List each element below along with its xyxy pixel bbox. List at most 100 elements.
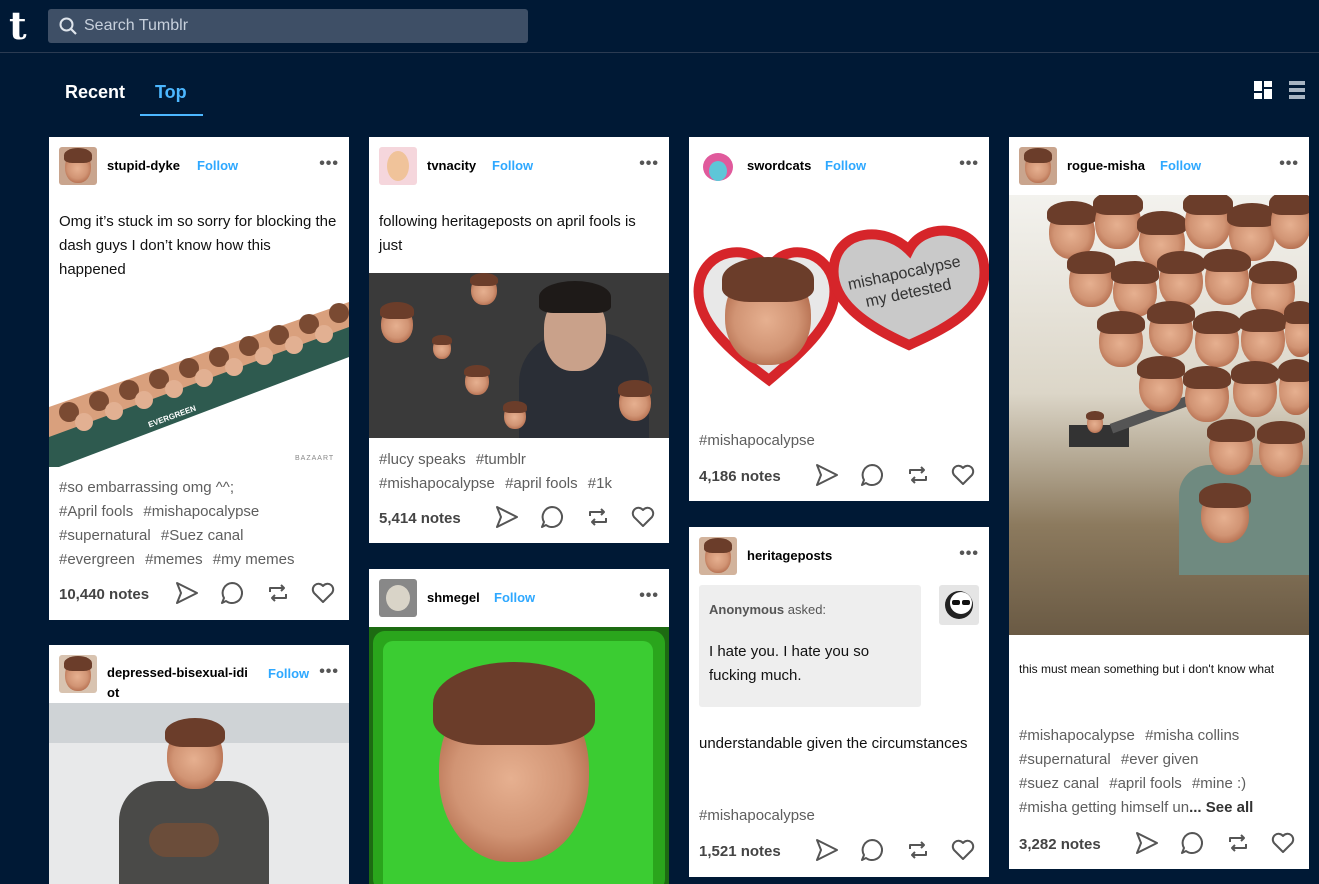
tag[interactable]: #april fools	[1109, 775, 1182, 792]
more-options-icon[interactable]: •••	[319, 155, 339, 173]
tag[interactable]: #supernatural	[1019, 751, 1111, 768]
avatar[interactable]	[1019, 147, 1057, 185]
post-tags: #mishapocalypse	[699, 429, 981, 453]
more-options-icon[interactable]: •••	[1279, 155, 1299, 173]
more-options-icon[interactable]: •••	[639, 155, 659, 173]
reply-icon[interactable]	[859, 837, 888, 866]
tag[interactable]: #Suez canal	[161, 527, 244, 544]
reblog-icon[interactable]	[905, 837, 934, 866]
tag[interactable]: #April fools	[59, 503, 133, 520]
tab-top[interactable]: Top	[140, 70, 203, 116]
more-options-icon[interactable]: •••	[319, 663, 339, 681]
follow-button[interactable]: Follow	[268, 666, 309, 681]
dashboard-list-icon[interactable]	[1288, 80, 1306, 105]
search-bar[interactable]	[48, 9, 528, 43]
post-username[interactable]: shmegel	[427, 590, 480, 605]
tag[interactable]: #misha collins	[1145, 727, 1239, 744]
notes-count[interactable]: 3,282 notes	[1019, 836, 1101, 853]
share-icon[interactable]	[494, 504, 523, 533]
post-header: stupid-dyke Follow •••	[49, 137, 349, 195]
ask-bubble: Anonymous asked: I hate you. I hate you …	[699, 585, 921, 707]
like-icon[interactable]	[950, 837, 979, 866]
tag[interactable]: #lucy speaks	[379, 451, 466, 468]
like-icon[interactable]	[310, 580, 339, 609]
like-icon[interactable]	[950, 462, 979, 491]
tag[interactable]: #april fools	[505, 475, 578, 492]
tag[interactable]: #mishapocalypse	[143, 503, 259, 520]
like-icon[interactable]	[1270, 830, 1299, 859]
post-username[interactable]: swordcats	[747, 158, 811, 173]
tag[interactable]: #tumblr	[476, 451, 526, 468]
more-options-icon[interactable]: •••	[959, 545, 979, 563]
tag[interactable]: #mishapocalypse	[699, 432, 815, 449]
share-icon[interactable]	[814, 837, 843, 866]
tag[interactable]: #ever given	[1121, 751, 1199, 768]
post-card: swordcats Follow ••• mishapocalypse my d…	[689, 137, 989, 501]
reply-icon[interactable]	[859, 462, 888, 491]
follow-button[interactable]: Follow	[1160, 158, 1201, 173]
tag[interactable]: #mishapocalypse	[379, 475, 495, 492]
follow-button[interactable]: Follow	[197, 158, 238, 173]
post-username[interactable]: heritageposts	[747, 548, 832, 563]
reblog-icon[interactable]	[1225, 830, 1254, 859]
post-username[interactable]: depressed-bisexual-idi ot	[107, 663, 257, 703]
avatar[interactable]	[59, 147, 97, 185]
asker-name[interactable]: Anonymous	[709, 602, 784, 617]
share-icon[interactable]	[174, 580, 203, 609]
avatar[interactable]	[379, 579, 417, 617]
follow-button[interactable]: Follow	[494, 590, 535, 605]
tag[interactable]: #memes	[145, 551, 203, 568]
follow-button[interactable]: Follow	[492, 158, 533, 173]
post-username[interactable]: tvnacity	[427, 158, 476, 173]
notes-count[interactable]: 5,414 notes	[379, 510, 461, 527]
avatar[interactable]	[699, 147, 737, 185]
post-username[interactable]: rogue-misha	[1067, 158, 1145, 173]
post-card: tvnacity Follow ••• following heritagepo…	[369, 137, 669, 543]
more-options-icon[interactable]: •••	[639, 587, 659, 605]
tag[interactable]: #supernatural	[59, 527, 151, 544]
tag[interactable]: #my memes	[213, 551, 295, 568]
avatar[interactable]	[699, 537, 737, 575]
post-card: shmegel Follow •••	[369, 569, 669, 884]
reblog-icon[interactable]	[265, 580, 294, 609]
tag[interactable]: #mishapocalypse	[699, 807, 815, 824]
notes-count[interactable]: 10,440 notes	[59, 586, 149, 603]
tag[interactable]: #so embarrassing omg ^^;	[59, 479, 234, 496]
avatar[interactable]	[59, 655, 97, 693]
more-options-icon[interactable]: •••	[959, 155, 979, 173]
tag[interactable]: #1k	[588, 475, 612, 492]
post-image[interactable]	[1009, 195, 1309, 635]
post-username[interactable]: stupid-dyke	[107, 158, 180, 173]
post-card: rogue-misha Follow ••• this must mean so…	[1009, 137, 1309, 869]
tag[interactable]: #misha getting himself un	[1019, 799, 1189, 816]
notes-count[interactable]: 1,521 notes	[699, 843, 781, 860]
avatar[interactable]	[379, 147, 417, 185]
follow-button[interactable]: Follow	[825, 158, 866, 173]
tag[interactable]: #evergreen	[59, 551, 135, 568]
reply-icon[interactable]	[219, 580, 248, 609]
tag[interactable]: #suez canal	[1019, 775, 1099, 792]
post-image[interactable]: EVERGREEN BAZAART	[49, 297, 349, 467]
share-icon[interactable]	[1134, 830, 1163, 859]
reblog-icon[interactable]	[905, 462, 934, 491]
post-image[interactable]	[369, 627, 669, 884]
tumblr-logo[interactable]: t	[9, 6, 35, 46]
post-text: this must mean something but i don't kno…	[1019, 662, 1275, 676]
reblog-icon[interactable]	[585, 504, 614, 533]
post-image[interactable]	[369, 273, 669, 438]
post-image[interactable]: mishapocalypse my detested	[689, 195, 989, 425]
tag[interactable]: #mishapocalypse	[1019, 727, 1135, 744]
reply-icon[interactable]	[539, 504, 568, 533]
post-text: following heritageposts on april fools i…	[379, 213, 636, 254]
tab-recent[interactable]: Recent	[50, 70, 140, 114]
share-icon[interactable]	[814, 462, 843, 491]
like-icon[interactable]	[630, 504, 659, 533]
notes-count[interactable]: 4,186 notes	[699, 468, 781, 485]
dashboard-grid-icon[interactable]	[1253, 80, 1273, 105]
search-input[interactable]	[84, 9, 514, 43]
asked-label: asked:	[784, 602, 827, 617]
post-image[interactable]	[49, 703, 349, 884]
see-all-tags-link[interactable]: ... See all	[1189, 799, 1253, 816]
reply-icon[interactable]	[1179, 830, 1208, 859]
tag[interactable]: #mine :)	[1192, 775, 1246, 792]
